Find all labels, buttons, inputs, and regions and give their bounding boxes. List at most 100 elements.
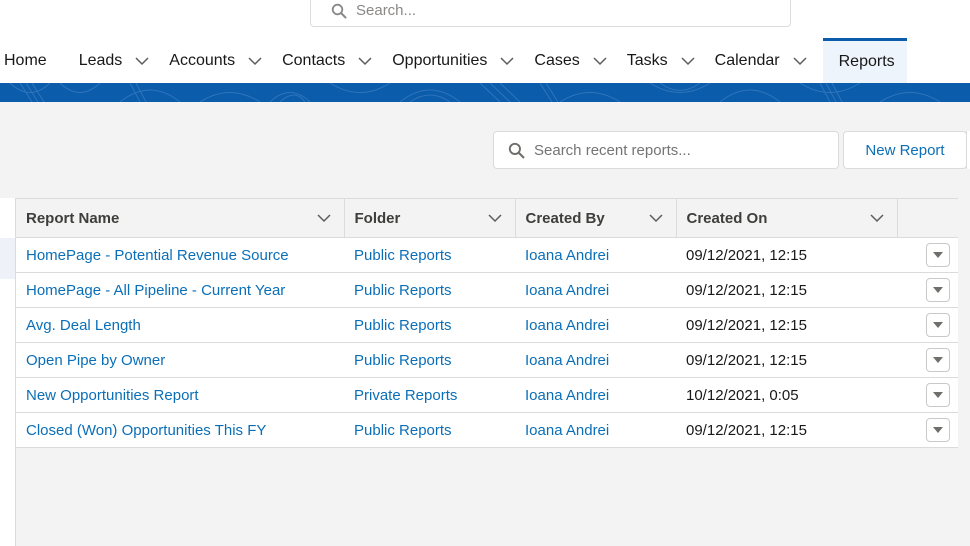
row-actions-cell <box>897 412 958 448</box>
nav-item-tasks[interactable]: Tasks <box>623 38 711 83</box>
nav-item-label: Calendar <box>714 51 780 69</box>
created-by-link[interactable]: Ioana Andrei <box>515 307 676 343</box>
chevron-down-icon[interactable] <box>869 210 885 226</box>
toolbar-overflow-button[interactable] <box>966 131 970 169</box>
caret-down-icon <box>932 427 943 433</box>
left-rail <box>0 198 16 546</box>
report-name-link[interactable]: HomePage - Potential Revenue Source <box>16 237 344 273</box>
folder-link[interactable]: Public Reports <box>344 307 515 343</box>
report-name-link[interactable]: Avg. Deal Length <box>16 307 344 343</box>
nav-item-leads[interactable]: Leads <box>75 38 166 83</box>
nav-item-accounts[interactable]: Accounts <box>165 38 278 83</box>
nav-item-label: Tasks <box>626 51 668 69</box>
row-actions-cell <box>897 377 958 413</box>
nav-item-label: Home <box>4 51 47 69</box>
column-header-report-name[interactable]: Report Name <box>16 198 345 238</box>
nav-item-label: Accounts <box>169 51 236 69</box>
folder-link[interactable]: Public Reports <box>344 272 515 308</box>
reports-table: Report Name Folder Created By Created On… <box>16 198 958 448</box>
created-on-value: 09/12/2021, 12:15 <box>676 307 897 343</box>
nav-item-label: Opportunities <box>392 51 488 69</box>
nav-item-cases[interactable]: Cases <box>530 38 622 83</box>
row-actions-cell <box>897 307 958 343</box>
created-by-link[interactable]: Ioana Andrei <box>515 377 676 413</box>
report-name-link[interactable]: Closed (Won) Opportunities This FY <box>16 412 344 448</box>
chevron-down-icon[interactable] <box>316 210 332 226</box>
banner-pattern <box>9 83 941 102</box>
nav-item-calendar[interactable]: Calendar <box>711 38 823 83</box>
row-actions-button[interactable] <box>925 418 950 442</box>
chevron-down-icon[interactable] <box>680 53 696 69</box>
chevron-down-icon[interactable] <box>134 53 150 69</box>
row-actions-cell <box>897 237 958 273</box>
global-header <box>0 0 970 38</box>
nav-item-contacts[interactable]: Contacts <box>278 38 388 83</box>
row-actions-button[interactable] <box>925 243 950 267</box>
report-search-input[interactable] <box>534 141 824 159</box>
row-actions-cell <box>897 342 958 378</box>
row-actions-button[interactable] <box>925 313 950 337</box>
row-actions-cell <box>897 272 958 308</box>
created-on-value: 09/12/2021, 12:15 <box>676 412 897 448</box>
column-header-created-on[interactable]: Created On <box>676 198 898 238</box>
created-by-link[interactable]: Ioana Andrei <box>515 342 676 378</box>
brand-banner <box>0 83 970 102</box>
column-header-actions <box>897 198 958 238</box>
created-on-value: 10/12/2021, 0:05 <box>676 377 897 413</box>
row-actions-button[interactable] <box>925 383 950 407</box>
column-header-label: Folder <box>354 209 401 227</box>
created-by-link[interactable]: Ioana Andrei <box>515 237 676 273</box>
folder-link[interactable]: Private Reports <box>344 377 515 413</box>
created-on-value: 09/12/2021, 12:15 <box>676 342 897 378</box>
nav-item-reports[interactable]: Reports <box>822 38 907 83</box>
row-actions-button[interactable] <box>925 278 950 302</box>
created-on-value: 09/12/2021, 12:15 <box>676 237 897 273</box>
global-search-input[interactable] <box>356 2 756 19</box>
chevron-down-icon[interactable] <box>487 210 503 226</box>
global-search-box[interactable] <box>310 0 791 27</box>
nav-item-home[interactable]: Home <box>0 38 75 83</box>
created-by-link[interactable]: Ioana Andrei <box>515 412 676 448</box>
chevron-down-icon[interactable] <box>357 53 373 69</box>
chevron-down-icon[interactable] <box>499 53 515 69</box>
nav-item-label: Leads <box>78 51 123 69</box>
report-search-box[interactable] <box>493 131 839 169</box>
caret-down-icon <box>932 357 943 363</box>
table-row: Closed (Won) Opportunities This FY Publi… <box>16 412 958 448</box>
table-header-row: Report Name Folder Created By Created On <box>16 198 958 238</box>
created-by-link[interactable]: Ioana Andrei <box>515 272 676 308</box>
chevron-down-icon[interactable] <box>792 53 808 69</box>
table-row: Open Pipe by Owner Public Reports Ioana … <box>16 342 958 378</box>
caret-down-icon <box>932 392 943 398</box>
nav-item-label: Reports <box>838 53 895 70</box>
caret-down-icon <box>932 287 943 293</box>
table-row: New Opportunities Report Private Reports… <box>16 377 958 413</box>
column-header-created-by[interactable]: Created By <box>515 198 677 238</box>
table-row: HomePage - All Pipeline - Current Year P… <box>16 272 958 308</box>
nav-item-opportunities[interactable]: Opportunities <box>388 38 530 83</box>
search-icon <box>508 142 525 158</box>
folder-link[interactable]: Public Reports <box>344 237 515 273</box>
column-header-label: Created On <box>686 209 768 227</box>
left-rail-selected-item[interactable] <box>0 238 15 279</box>
search-icon <box>331 3 347 18</box>
row-actions-button[interactable] <box>925 348 950 372</box>
nav-item-label: Contacts <box>282 51 346 69</box>
column-header-label: Created By <box>525 209 605 227</box>
column-header-folder[interactable]: Folder <box>344 198 516 238</box>
report-name-link[interactable]: New Opportunities Report <box>16 377 344 413</box>
nav-item-label: Cases <box>534 51 580 69</box>
report-name-link[interactable]: Open Pipe by Owner <box>16 342 344 378</box>
table-row: Avg. Deal Length Public Reports Ioana An… <box>16 307 958 343</box>
chevron-down-icon[interactable] <box>648 210 664 226</box>
caret-down-icon <box>932 322 943 328</box>
folder-link[interactable]: Public Reports <box>344 412 515 448</box>
chevron-down-icon[interactable] <box>247 53 263 69</box>
caret-down-icon <box>932 252 943 258</box>
column-header-label: Report Name <box>26 209 120 227</box>
report-name-link[interactable]: HomePage - All Pipeline - Current Year <box>16 272 344 308</box>
table-empty-area <box>16 448 958 546</box>
new-report-button[interactable]: New Report <box>843 131 967 169</box>
chevron-down-icon[interactable] <box>592 53 608 69</box>
folder-link[interactable]: Public Reports <box>344 342 515 378</box>
